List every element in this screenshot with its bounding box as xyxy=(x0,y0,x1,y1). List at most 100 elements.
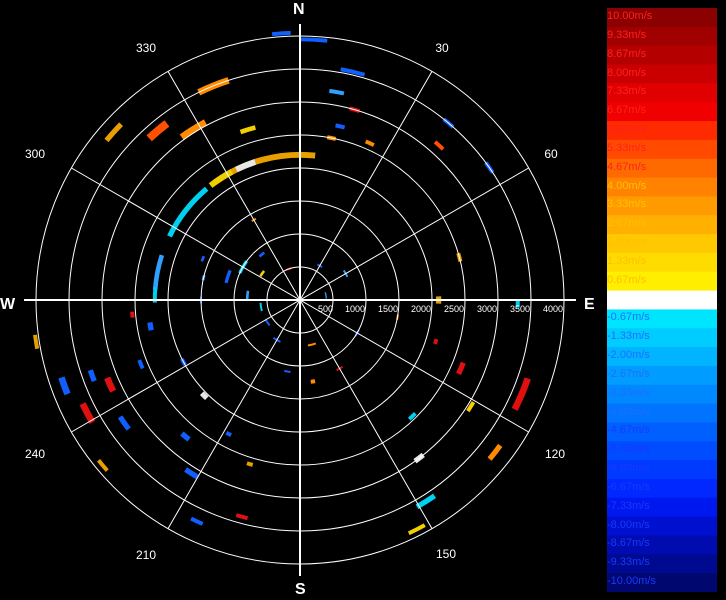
radar-echo xyxy=(130,311,135,318)
radar-echo xyxy=(147,322,154,331)
radar-echo xyxy=(299,37,328,43)
radar-echo xyxy=(225,431,232,438)
grid-labels: 500 1000 1500 2000 2500 3000 3500 4000 3… xyxy=(25,41,565,562)
colorbar-label: 10.00m/s xyxy=(607,10,653,22)
radar-echo xyxy=(258,251,266,258)
colorbar-label: 8.00m/s xyxy=(607,66,647,79)
colorbar-label: -2.67m/s xyxy=(607,367,650,380)
colorbar-label: 1.33m/s xyxy=(607,254,647,267)
radar-echo xyxy=(511,377,531,411)
colorbar-label: -10.00m/s xyxy=(607,575,656,588)
bearing-label-300: 300 xyxy=(25,147,45,161)
radar-echo xyxy=(235,159,257,173)
radar-echo xyxy=(33,334,40,350)
colorbar-label: -8.67m/s xyxy=(607,537,650,550)
range-label-3000: 3000 xyxy=(477,304,497,314)
radar-echo xyxy=(324,292,328,299)
radar-echo xyxy=(137,359,145,370)
radar-echo xyxy=(487,443,503,461)
radar-echo xyxy=(235,513,249,521)
range-label-3500: 3500 xyxy=(510,304,530,314)
colorbar-label: 8.67m/s xyxy=(607,47,647,60)
range-label-500: 500 xyxy=(318,304,333,314)
radar-echo xyxy=(259,302,263,312)
radar-echo xyxy=(117,415,131,431)
radar-echo xyxy=(245,290,250,301)
radar-echo xyxy=(433,338,439,345)
range-label-2500: 2500 xyxy=(444,304,464,314)
radar-echo xyxy=(307,342,317,347)
radar-echo xyxy=(456,361,466,376)
colorbar-label: 2.67m/s xyxy=(607,217,647,230)
radar-echo xyxy=(264,319,271,327)
radar-echo xyxy=(433,140,445,151)
colorbar-label: -2.00m/s xyxy=(607,349,650,362)
range-label-1000: 1000 xyxy=(345,304,365,314)
radar-echo xyxy=(239,125,256,135)
colorbar-label: 9.33m/s xyxy=(607,28,647,41)
bearing-label-60: 60 xyxy=(544,147,558,161)
radar-echo xyxy=(364,139,375,147)
bearing-label-120: 120 xyxy=(545,447,565,461)
colorbar-label: 3.33m/s xyxy=(607,198,647,211)
bearing-label-330: 330 xyxy=(136,41,156,55)
radar-echo xyxy=(335,123,346,130)
colorbar-label: 4.00m/s xyxy=(607,179,647,192)
compass-north: N xyxy=(293,1,305,18)
radar-echo xyxy=(224,269,232,284)
colorbar-label: 5.33m/s xyxy=(607,141,647,154)
radar-ppi-display: 500 1000 1500 2000 2500 3000 3500 4000 3… xyxy=(24,24,576,576)
colorbar-label: -6.00m/s xyxy=(607,462,650,475)
radar-echo xyxy=(104,376,117,393)
radar-echo xyxy=(259,270,266,277)
colorbar-label: -3.33m/s xyxy=(607,386,650,399)
radar-echo xyxy=(329,88,345,96)
colorbar-label: -6.67m/s xyxy=(607,480,650,493)
bearing-label-210: 210 xyxy=(136,548,156,562)
compass-east: E xyxy=(584,296,595,313)
radar-echo xyxy=(58,376,71,396)
colorbar-label: -8.00m/s xyxy=(607,518,650,531)
colorbar-label: -5.33m/s xyxy=(607,443,650,456)
colorbar-label: -7.33m/s xyxy=(607,499,650,512)
polar-grid xyxy=(24,24,576,576)
range-label-1500: 1500 xyxy=(378,304,398,314)
echo-layer xyxy=(33,30,531,536)
colorbar-label: 0.00m/s xyxy=(607,292,647,305)
colorbar-label: 6.00m/s xyxy=(607,123,647,136)
colorbar-label: 7.33m/s xyxy=(607,85,647,98)
range-label-2000: 2000 xyxy=(411,304,431,314)
colorbar-label: -0.67m/s xyxy=(607,311,650,324)
radar-echo xyxy=(152,254,165,291)
radar-echo xyxy=(199,391,209,401)
compass-south: S xyxy=(295,581,306,598)
radar-echo xyxy=(407,523,426,536)
radar-echo xyxy=(180,431,191,442)
colorbar-label: -1.33m/s xyxy=(607,330,650,343)
radar-echo xyxy=(97,459,109,472)
radar-echo xyxy=(184,467,200,480)
radar-echo xyxy=(246,461,254,467)
colorbar-label: 2.00m/s xyxy=(607,236,647,249)
radar-echo xyxy=(208,169,234,188)
radar-echo xyxy=(271,30,291,37)
radar-echo xyxy=(200,255,206,262)
colorbar-label: 0.67m/s xyxy=(607,273,647,286)
range-label-4000: 4000 xyxy=(543,304,563,314)
colorbar-label: -4.00m/s xyxy=(607,405,650,418)
colorbar-label: -4.67m/s xyxy=(607,424,650,437)
colorbar-label: -9.33m/s xyxy=(607,556,650,569)
radar-echo xyxy=(79,402,96,424)
bearing-label-150: 150 xyxy=(436,547,456,561)
bearing-label-30: 30 xyxy=(435,41,449,55)
radar-echo xyxy=(87,369,97,383)
radar-echo xyxy=(146,120,170,142)
compass-west: W xyxy=(0,296,16,313)
colorbar-label: 6.67m/s xyxy=(607,104,647,117)
radar-echo xyxy=(284,369,291,373)
radar-echo xyxy=(190,516,204,526)
radar-echo xyxy=(340,67,366,77)
colorbar-label: 4.67m/s xyxy=(607,160,647,173)
radar-echo xyxy=(310,379,316,384)
bearing-label-240: 240 xyxy=(25,447,45,461)
